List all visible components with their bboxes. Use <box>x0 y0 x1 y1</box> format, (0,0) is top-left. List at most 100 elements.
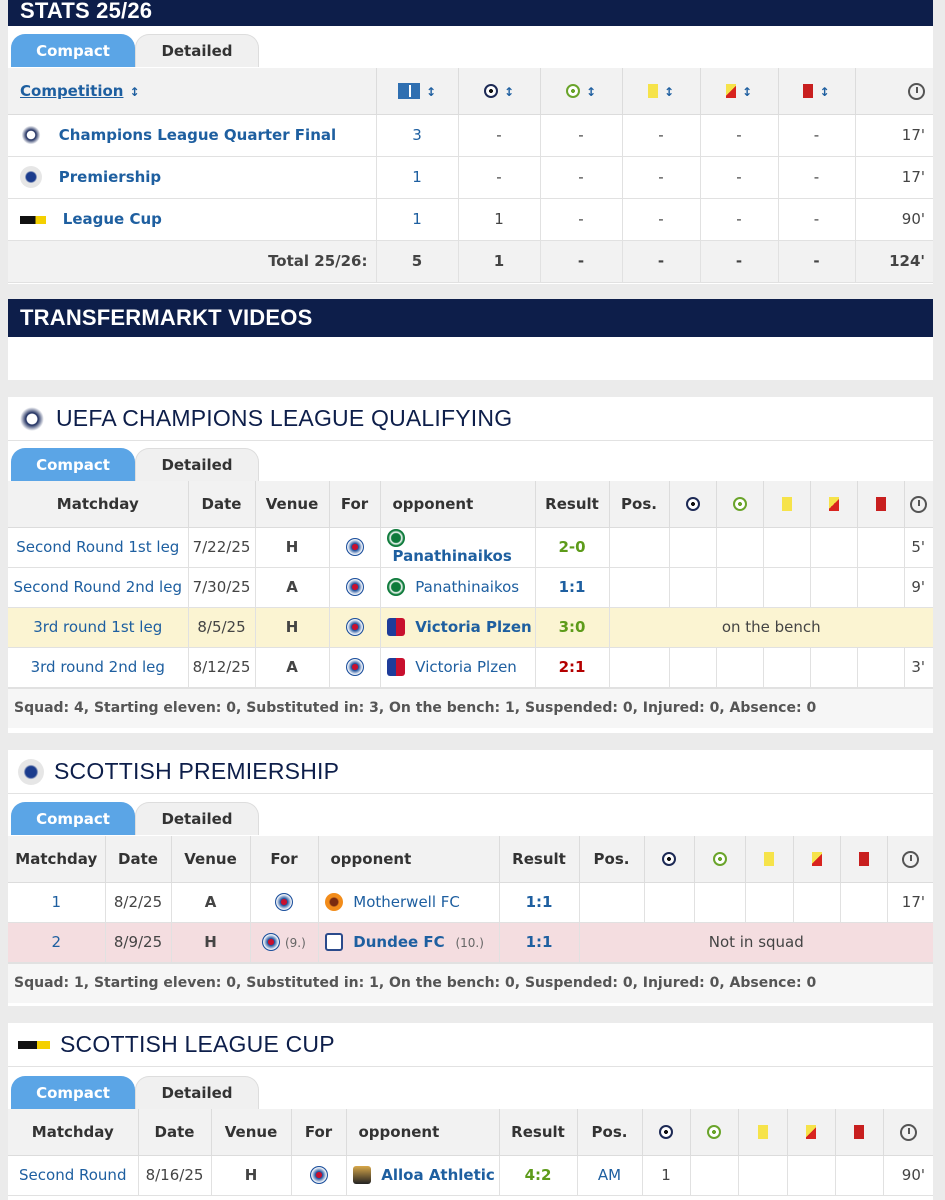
opponent-link[interactable]: Panathinaikos <box>393 547 512 565</box>
rangers-crest-icon[interactable] <box>345 538 364 557</box>
rangers-crest-icon[interactable] <box>345 578 364 597</box>
motherwell-crest-icon[interactable] <box>324 893 343 912</box>
victoria-plzen-crest-icon[interactable] <box>386 618 405 637</box>
goal-icon <box>659 1125 673 1140</box>
yellowred-cell: - <box>700 198 779 241</box>
competition-link[interactable]: Champions League Quarter Final <box>59 126 336 144</box>
for-header: For <box>250 836 319 883</box>
rangers-crest-icon[interactable] <box>309 1166 328 1185</box>
matchday-link[interactable]: 3rd round 1st leg <box>33 618 162 636</box>
result-link[interactable]: 1:1 <box>526 893 553 911</box>
competition-link[interactable]: Premiership <box>59 168 161 186</box>
opponent-link[interactable]: Alloa Athletic <box>381 1166 495 1184</box>
premiership-header-row: Matchday Date Venue For opponent Result … <box>8 836 933 883</box>
assists-header[interactable]: ↕ <box>540 68 623 115</box>
rangers-crest-icon[interactable] <box>345 658 364 677</box>
tab-compact[interactable]: Compact <box>11 802 135 835</box>
matchday-link[interactable]: Second Round 1st leg <box>16 538 179 556</box>
tab-detailed[interactable]: Detailed <box>135 802 259 835</box>
tab-detailed[interactable]: Detailed <box>135 1076 259 1109</box>
red-card-icon <box>803 84 814 99</box>
tab-compact[interactable]: Compact <box>11 448 135 481</box>
opponent-link[interactable]: Dundee FC <box>353 933 444 951</box>
opponent-header: opponent <box>318 836 500 883</box>
matchday-link[interactable]: Second Round 2nd leg <box>14 578 182 596</box>
matchday-link[interactable]: 2 <box>51 933 61 951</box>
red-header[interactable]: ↕ <box>778 68 856 115</box>
sort-icon[interactable]: ↕ <box>819 85 829 99</box>
sort-icon[interactable]: ↕ <box>504 85 514 99</box>
position-link[interactable]: AM <box>598 1166 621 1184</box>
venue-header: Venue <box>211 1109 292 1156</box>
stats-section: STATS 25/26 Compact Detailed Competition… <box>8 0 933 284</box>
premiership-section: SCOTTISH PREMIERSHIP Compact Detailed Ma… <box>8 750 933 1006</box>
competition-header[interactable]: Competition ↕ <box>8 68 377 115</box>
sort-icon[interactable]: ↕ <box>426 85 436 99</box>
league-cup-title: SCOTTISH LEAGUE CUP <box>60 1031 335 1057</box>
apps-link[interactable]: 1 <box>412 210 422 228</box>
tab-detailed[interactable]: Detailed <box>135 448 259 481</box>
venue-header: Venue <box>255 481 330 528</box>
date-cell: 8/5/25 <box>188 607 256 648</box>
competition-sort-link[interactable]: Competition <box>20 82 123 100</box>
league-cup-tabs: Compact Detailed <box>8 1067 933 1109</box>
minutes-header[interactable] <box>855 68 933 115</box>
rangers-crest-icon[interactable] <box>275 893 293 912</box>
yellowred-header[interactable]: ↕ <box>700 68 779 115</box>
yellow-header[interactable]: ↕ <box>622 68 701 115</box>
table-row: 3rd round 1st leg 8/5/25 H Victoria Plze… <box>8 607 933 648</box>
apps-header[interactable]: ↕ <box>376 68 459 115</box>
result-link[interactable]: 1:1 <box>526 933 553 951</box>
result-link[interactable]: 1:1 <box>559 578 586 596</box>
opponent-link[interactable]: Motherwell FC <box>353 893 460 911</box>
clock-icon <box>901 850 919 868</box>
apps-link[interactable]: 3 <box>412 126 422 144</box>
table-row: Champions League Quarter Final 3 - - - -… <box>8 114 933 157</box>
venue-cell: A <box>255 647 330 688</box>
table-row: 2 8/9/25 H (9.) Dundee FC (10.) 1:1 Not … <box>8 922 933 963</box>
alloa-crest-icon[interactable] <box>352 1166 371 1185</box>
goals-cell: - <box>458 114 541 157</box>
panathinaikos-crest-icon[interactable] <box>386 529 405 548</box>
result-link[interactable]: 3:0 <box>559 618 586 636</box>
goals-header[interactable]: ↕ <box>458 68 541 115</box>
minutes-cell: 5' <box>904 527 933 568</box>
tab-compact[interactable]: Compact <box>11 1076 135 1109</box>
sort-icon[interactable]: ↕ <box>742 85 752 99</box>
rangers-crest-icon[interactable] <box>262 933 281 952</box>
matchday-link[interactable]: Second Round <box>19 1166 126 1184</box>
table-row: Second Round 2nd leg 7/30/25 A Panathina… <box>8 567 933 608</box>
opponent-link[interactable]: Panathinaikos <box>415 578 519 596</box>
competition-cell: Premiership <box>8 156 377 199</box>
sort-icon[interactable]: ↕ <box>129 85 139 99</box>
dundee-crest-icon[interactable] <box>324 933 343 952</box>
tab-compact[interactable]: Compact <box>11 34 135 67</box>
table-row: 1 8/2/25 A Motherwell FC 1:1 17' <box>8 882 933 923</box>
red-cell: - <box>778 156 856 199</box>
pos-header: Pos. <box>609 481 670 528</box>
result-link[interactable]: 2:1 <box>559 658 586 676</box>
table-row: 3rd round 2nd leg 8/12/25 A Victoria Plz… <box>8 647 933 688</box>
opponent-link[interactable]: Victoria Plzen <box>415 618 531 636</box>
victoria-plzen-crest-icon[interactable] <box>386 658 405 677</box>
result-header: Result <box>535 481 610 528</box>
venue-cell: H <box>255 607 330 648</box>
apps-link[interactable]: 1 <box>412 168 422 186</box>
competition-link[interactable]: League Cup <box>63 210 162 228</box>
panathinaikos-crest-icon[interactable] <box>386 578 405 597</box>
opponent-link[interactable]: Victoria Plzen <box>415 658 517 676</box>
sort-icon[interactable]: ↕ <box>586 85 596 99</box>
result-link[interactable]: 2-0 <box>558 538 585 556</box>
assists-cell: - <box>540 114 623 157</box>
sort-icon[interactable]: ↕ <box>664 85 674 99</box>
rangers-crest-icon[interactable] <box>345 618 364 637</box>
premiership-table: Matchday Date Venue For opponent Result … <box>8 836 933 963</box>
result-link[interactable]: 4:2 <box>525 1166 552 1184</box>
matchday-link[interactable]: 3rd round 2nd leg <box>31 658 165 676</box>
matchday-header: Matchday <box>8 836 106 883</box>
goal-icon <box>685 497 700 512</box>
tab-detailed[interactable]: Detailed <box>135 34 259 67</box>
result-header: Result <box>499 836 580 883</box>
matchday-link[interactable]: 1 <box>51 893 61 911</box>
red-cell: - <box>778 114 856 157</box>
